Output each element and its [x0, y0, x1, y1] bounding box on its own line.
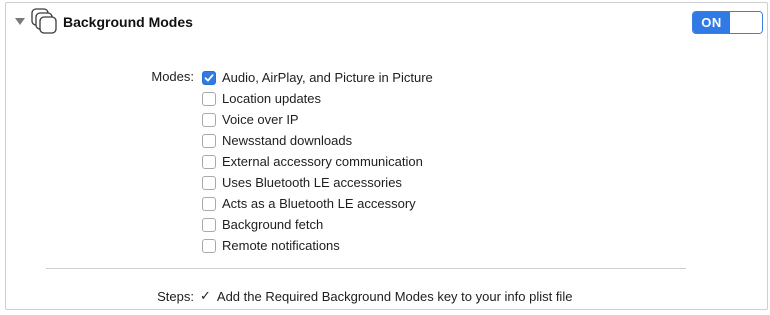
mode-label: Remote notifications: [222, 238, 340, 253]
mode-label: Background fetch: [222, 217, 324, 232]
capability-title: Background Modes: [63, 14, 193, 30]
modes-label: Modes:: [151, 69, 194, 84]
mode-label: Voice over IP: [222, 112, 299, 127]
toggle-knob: [731, 12, 762, 33]
mode-item-external-accessory[interactable]: External accessory communication: [202, 151, 433, 172]
mode-item-acts-as-bluetooth-le[interactable]: Acts as a Bluetooth LE accessory: [202, 193, 433, 214]
step-text: Add the Required Background Modes key to…: [216, 289, 573, 304]
mode-checkbox-acts-as-bluetooth-le[interactable]: [202, 196, 216, 211]
mode-item-newsstand-downloads[interactable]: Newsstand downloads: [202, 130, 433, 151]
mode-item-audio-airplay-pip[interactable]: Audio, AirPlay, and Picture in Picture: [202, 67, 433, 88]
steps-label: Steps:: [157, 289, 194, 304]
mode-checkbox-voice-over-ip[interactable]: [202, 112, 216, 127]
mode-checkbox-location-updates[interactable]: [202, 91, 216, 106]
step-checkmark-icon: ✓: [200, 289, 211, 304]
disclosure-triangle-icon[interactable]: [14, 15, 26, 27]
mode-label: Uses Bluetooth LE accessories: [222, 175, 402, 190]
step-item: ✓ Add the Required Background Modes key …: [200, 289, 572, 304]
mode-checkbox-background-fetch[interactable]: [202, 217, 216, 232]
mode-checkbox-audio-airplay-pip[interactable]: [202, 70, 216, 85]
mode-checkbox-uses-bluetooth-le[interactable]: [202, 175, 216, 190]
mode-label: Location updates: [222, 91, 322, 106]
mode-label: Audio, AirPlay, and Picture in Picture: [222, 70, 433, 85]
modes-list: Audio, AirPlay, and Picture in Picture L…: [202, 67, 433, 256]
mode-label: Newsstand downloads: [222, 133, 353, 148]
mode-item-uses-bluetooth-le[interactable]: Uses Bluetooth LE accessories: [202, 172, 433, 193]
capability-panel: Background Modes ON Modes: Audio, AirPla…: [5, 2, 768, 310]
mode-item-remote-notifications[interactable]: Remote notifications: [202, 235, 433, 256]
checkmark-icon: [204, 73, 214, 81]
mode-label: Acts as a Bluetooth LE accessory: [222, 196, 416, 211]
background-modes-icon: [31, 8, 57, 34]
section-divider: [46, 268, 686, 269]
toggle-on-label: ON: [693, 12, 730, 33]
mode-item-location-updates[interactable]: Location updates: [202, 88, 433, 109]
capability-header: Background Modes ON: [6, 3, 767, 43]
mode-label: External accessory communication: [222, 154, 423, 169]
mode-checkbox-external-accessory[interactable]: [202, 154, 216, 169]
mode-item-voice-over-ip[interactable]: Voice over IP: [202, 109, 433, 130]
mode-item-background-fetch[interactable]: Background fetch: [202, 214, 433, 235]
capability-toggle[interactable]: ON: [692, 11, 763, 34]
mode-checkbox-newsstand-downloads[interactable]: [202, 133, 216, 148]
mode-checkbox-remote-notifications[interactable]: [202, 238, 216, 253]
